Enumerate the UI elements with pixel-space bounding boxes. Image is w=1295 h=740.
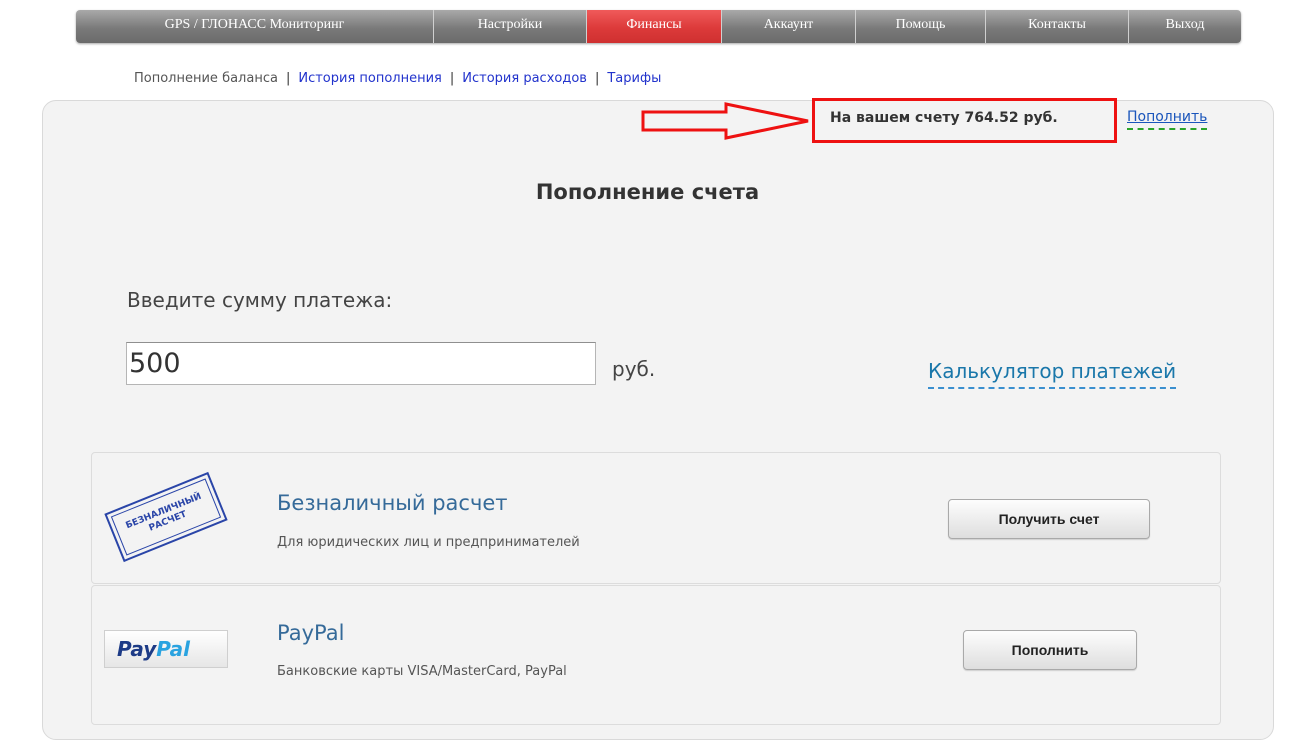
nav-item-monitoring[interactable]: GPS / ГЛОНАСС Мониторинг bbox=[76, 10, 434, 43]
nav-item-contacts[interactable]: Контакты bbox=[986, 10, 1129, 43]
subnav-link-topup-history[interactable]: История пополнения bbox=[298, 71, 442, 86]
stamp-line-1: БЕЗНАЛИЧНЫЙ bbox=[124, 491, 203, 532]
balance-text: На вашем счету 764.52 руб. bbox=[830, 110, 1058, 126]
amount-label: Введите сумму платежа: bbox=[127, 288, 393, 312]
page-title: Пополнение счета bbox=[535, 180, 760, 204]
get-invoice-button[interactable]: Получить счет bbox=[948, 499, 1150, 539]
nav-item-finance[interactable]: Финансы bbox=[587, 10, 722, 43]
nav-item-help[interactable]: Помощь bbox=[856, 10, 986, 43]
subnav-separator: | bbox=[594, 71, 600, 86]
amount-input[interactable] bbox=[126, 342, 596, 385]
paypal-logo-pal: Pal bbox=[156, 637, 191, 661]
subnav-link-expense-history[interactable]: История расходов bbox=[462, 71, 587, 86]
stamp-line-2: РАСЧЕТ bbox=[147, 509, 189, 534]
subnav-separator: | bbox=[285, 71, 291, 86]
topup-link[interactable]: Пополнить bbox=[1127, 109, 1208, 130]
payment-calculator-link[interactable]: Калькулятор платежей bbox=[928, 359, 1177, 389]
subnav-link-tariffs[interactable]: Тарифы bbox=[607, 71, 661, 86]
currency-label: руб. bbox=[612, 357, 656, 381]
payment-method-cashless: БЕЗНАЛИЧНЫЙ РАСЧЕТ Безналичный расчет Дл… bbox=[91, 452, 1221, 584]
arrow-annotation-icon bbox=[641, 102, 809, 140]
payment-method-title: PayPal bbox=[277, 621, 345, 645]
subnav-current: Пополнение баланса bbox=[134, 71, 278, 86]
paypal-logo-icon: PayPal bbox=[104, 630, 228, 668]
cashless-stamp-icon: БЕЗНАЛИЧНЫЙ РАСЧЕТ bbox=[104, 471, 228, 563]
paypal-logo-pay: Pay bbox=[117, 637, 157, 661]
nav-item-account[interactable]: Аккаунт bbox=[722, 10, 856, 43]
payment-method-paypal: PayPal PayPal Банковские карты VISA/Mast… bbox=[91, 585, 1221, 725]
nav-item-logout[interactable]: Выход bbox=[1129, 10, 1241, 43]
payment-method-subtitle: Для юридических лиц и предпринимателей bbox=[277, 535, 580, 550]
payment-method-title: Безналичный расчет bbox=[277, 491, 508, 515]
sub-nav: Пополнение баланса | История пополнения | Ис… bbox=[134, 71, 661, 86]
payment-method-subtitle: Банковские карты VISA/MasterCard, PayPal bbox=[277, 664, 567, 679]
paypal-topup-button[interactable]: Пополнить bbox=[963, 630, 1137, 670]
nav-item-settings[interactable]: Настройки bbox=[434, 10, 587, 43]
top-nav: GPS / ГЛОНАСС Мониторинг Настройки Финан… bbox=[76, 10, 1241, 43]
subnav-separator: | bbox=[449, 71, 455, 86]
